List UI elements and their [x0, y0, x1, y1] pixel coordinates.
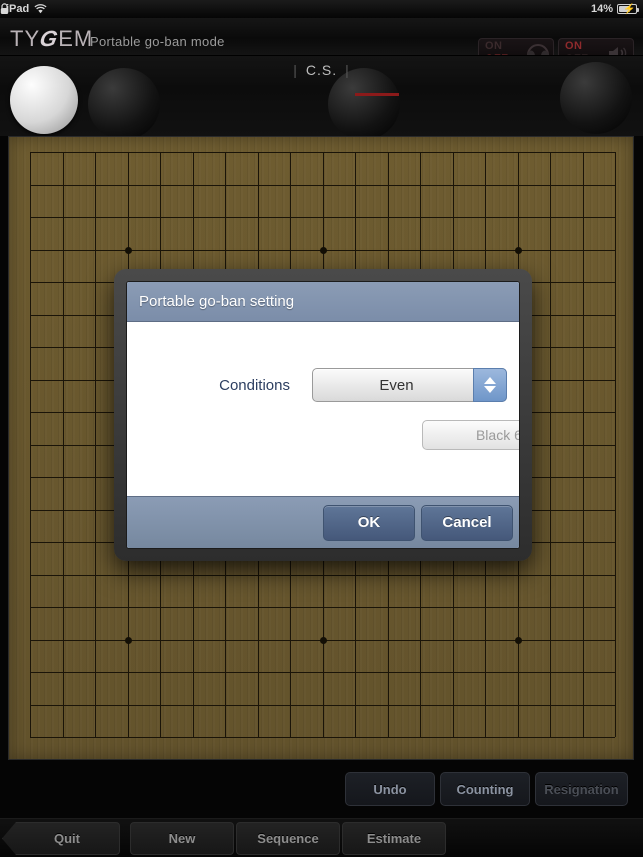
headphone-toggle-states: ON OFF [479, 40, 523, 55]
board-star-point [125, 637, 132, 644]
mode-label: Portable go-ban mode [90, 34, 225, 49]
dialog-inner: Portable go-ban setting Conditions Even … [126, 281, 520, 549]
board-line-vertical [583, 152, 584, 737]
app-header: TYGEM Portable go-ban mode ON OFF ON OFF [0, 18, 643, 56]
dialog-body: Conditions Even Black 6.5 Dum [127, 322, 519, 496]
sound-toggle[interactable]: ON OFF [558, 38, 634, 55]
board-star-point [320, 247, 327, 254]
portable-goban-setting-dialog: Portable go-ban setting Conditions Even … [114, 269, 532, 561]
board-star-point [125, 247, 132, 254]
black-stone-decoration-2 [328, 68, 400, 140]
counting-button[interactable]: Counting [440, 772, 530, 806]
dialog-title: Portable go-ban setting [127, 282, 519, 322]
headphone-toggle-on-label[interactable]: ON [485, 40, 523, 53]
board-line-horizontal [30, 672, 615, 673]
resignation-button[interactable]: Resignation [535, 772, 628, 806]
board-line-horizontal [30, 607, 615, 608]
board-star-point [320, 637, 327, 644]
logo-prefix: TY [10, 26, 41, 51]
name-separator-right: | [345, 62, 350, 78]
turn-indicator-bar [355, 93, 399, 96]
handicap-button[interactable]: Black 6.5 Dum [422, 420, 519, 450]
chevron-up-icon[interactable] [484, 377, 496, 384]
board-line-vertical [550, 152, 551, 737]
ios-status-bar: iPad 14% ⚡ [0, 0, 643, 18]
tab-sequence[interactable]: Sequence [236, 822, 340, 855]
board-line-horizontal [30, 737, 615, 738]
board-star-point [515, 637, 522, 644]
board-line-horizontal [30, 705, 615, 706]
headphone-toggle[interactable]: ON OFF [478, 38, 554, 55]
status-bar-center [0, 3, 643, 15]
status-bar-right: 14% ⚡ [590, 3, 639, 15]
app-root: iPad 14% ⚡ TYGEM Portable go-ban mode ON… [0, 0, 643, 857]
conditions-row: Conditions Even [127, 368, 519, 402]
headphone-icon [523, 44, 553, 55]
tygem-logo: TYGEM [10, 26, 93, 52]
conditions-label: Conditions [219, 376, 290, 394]
board-line-horizontal [30, 575, 615, 576]
dialog-footer: OK Cancel [127, 496, 519, 548]
black-stone-decoration-1 [88, 68, 160, 140]
ok-button[interactable]: OK [323, 504, 415, 541]
sound-toggle-states: ON OFF [559, 40, 603, 55]
board-star-point [515, 247, 522, 254]
logo-suffix: EM [58, 26, 94, 51]
player-name-text: C.S. [305, 62, 338, 78]
battery-percent-label: 14% [590, 3, 613, 15]
sound-toggle-on-label[interactable]: ON [565, 40, 603, 53]
speaker-icon [603, 44, 633, 55]
rotation-lock-icon [0, 3, 643, 15]
battery-charging-icon: ⚡ [617, 4, 639, 15]
conditions-stepper[interactable] [473, 368, 507, 402]
tab-new[interactable]: New [130, 822, 234, 855]
cancel-button[interactable]: Cancel [421, 504, 513, 541]
bottom-tab-bar: Quit New Sequence Estimate [0, 818, 643, 857]
board-line-vertical [615, 152, 616, 737]
conditions-select[interactable]: Even [312, 368, 507, 402]
tab-estimate[interactable]: Estimate [342, 822, 446, 855]
chevron-down-icon[interactable] [484, 386, 496, 393]
undo-button[interactable]: Undo [345, 772, 435, 806]
tab-quit[interactable]: Quit [2, 822, 120, 855]
action-button-row: Undo Counting Resignation [0, 772, 643, 808]
name-separator-left: | [293, 62, 298, 78]
conditions-select-value: Even [379, 376, 414, 394]
player-name-label: | C.S. | [0, 62, 643, 78]
